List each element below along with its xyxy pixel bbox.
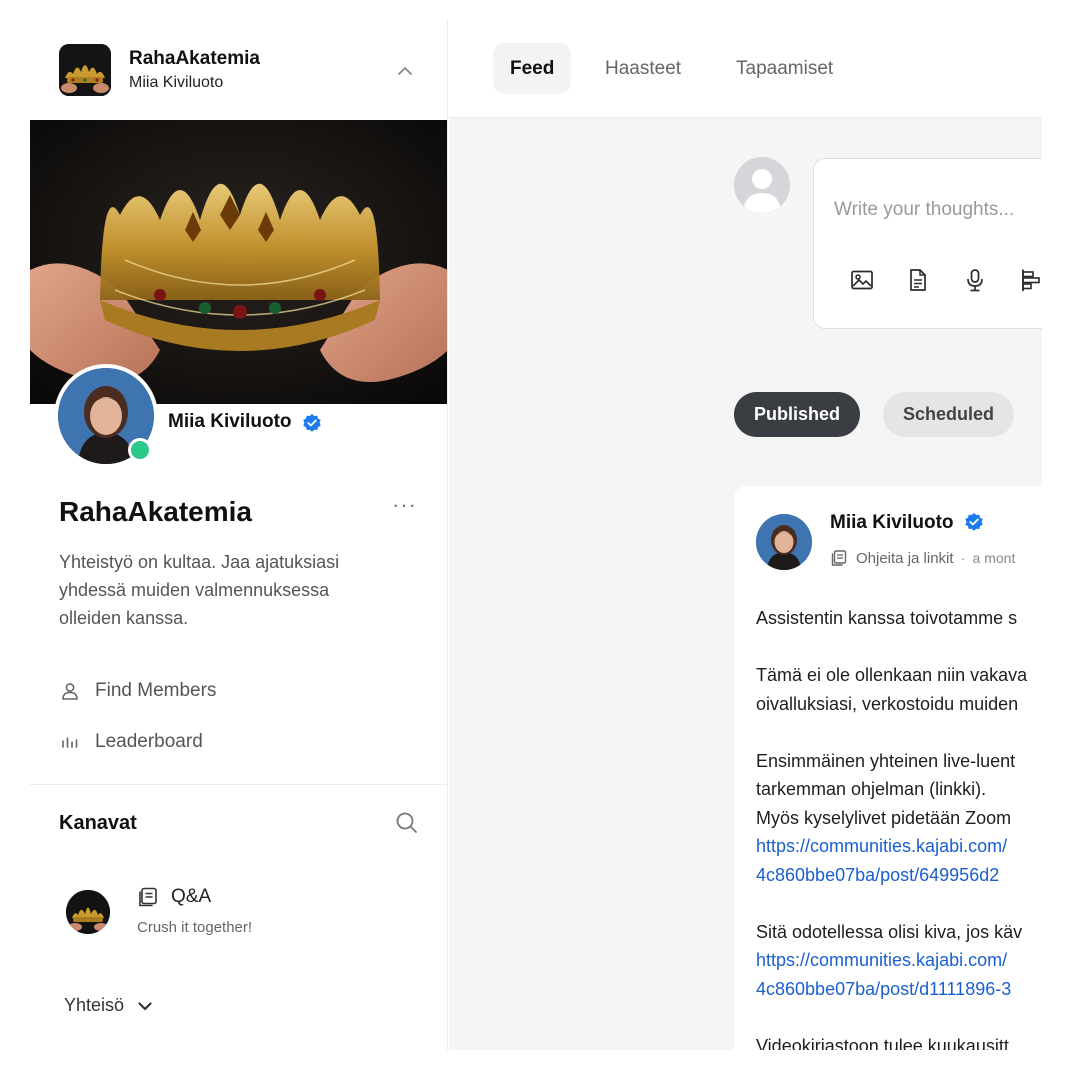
filter-published-button[interactable]: Published [734,392,861,437]
nav-leaderboard-label: Leaderboard [95,731,203,752]
channels-title: Kanavat [59,812,137,834]
community-logo [59,44,111,96]
post-text-line: Tämä ei ole ollenkaan niin vakava [756,665,1028,685]
community-description: Yhteistyö on kultaa. Jaa ajatuksiasi yhd… [59,552,340,628]
channel-name[interactable]: Q&A [171,886,211,908]
current-user-avatar [734,157,790,213]
composer-placeholder[interactable]: Write your thoughts... [834,199,1014,221]
post-text-line: Videokirjastoon tulee kuukausitt [756,1035,1009,1051]
post-meta: Ohjeita ja linkit · a mont [830,549,1015,567]
post-text-line: Ensimmäinen yhteinen live-luent [756,750,1016,771]
community-name: RahaAkatemia [59,496,252,527]
post-author-avatar[interactable] [756,514,812,570]
verified-badge-icon [303,414,321,432]
divider [30,784,447,785]
poll-icon[interactable] [1018,267,1042,293]
tab-tapaamiset[interactable]: Tapaamiset [719,43,850,94]
search-icon[interactable] [394,810,420,836]
post-author-name[interactable]: Miia Kiviluoto [830,512,954,534]
post-link[interactable]: https://communities.kajabi.com/ [756,832,1042,861]
channel-avatar[interactable] [66,890,110,934]
chevron-up-icon[interactable] [394,60,416,82]
document-icon [831,550,847,566]
online-status-indicator [128,438,152,462]
post-link[interactable]: 4c860bbe07ba/post/d1111896-3 [756,975,1042,1004]
post-text-line: Sitä odotellessa olisi kiva, jos käv [756,921,1023,942]
person-icon [59,680,81,702]
tab-feed[interactable]: Feed [493,43,572,94]
post-text-line: tarkemman ohjelman (linkki). [756,779,987,799]
community-section-label: Yhteisö [64,995,125,1015]
meta-separator: · [960,549,966,567]
tab-haasteet[interactable]: Haasteet [588,43,698,94]
microphone-icon[interactable] [962,267,988,293]
post-text-line: Assistentin kanssa toivotamme s [756,608,1018,628]
feed-area: Write your thoughts... Published Schedul… [449,118,1042,1050]
nav-leaderboard[interactable]: Leaderboard [59,728,203,756]
nav-find-members-label: Find Members [95,680,217,701]
document-icon [139,887,157,907]
sidebar: RahaAkatemia Miia Kiviluoto Miia Kiviluo… [30,20,448,1050]
nav-find-members[interactable]: Find Members [59,677,216,705]
post-card[interactable]: Miia Kiviluoto Ohjeita ja linkit · a mon… [734,486,1042,1050]
post-body: Assistentin kanssa toivotamme s Tämä ei … [756,604,1042,1050]
post-text-line: Myös kyselylivet pidetään Zoom [756,807,1012,828]
community-owner: Miia Kiviluoto [129,74,224,91]
post-composer[interactable]: Write your thoughts... [813,158,1042,329]
post-channel-link[interactable]: Ohjeita ja linkit [856,550,954,567]
verified-badge-icon [965,513,983,531]
bar-chart-icon [59,731,81,753]
community-switcher[interactable]: RahaAkatemia Miia Kiviluoto [30,20,447,120]
chevron-down-icon [138,1001,152,1010]
profile-name[interactable]: Miia Kiviluoto [168,411,292,433]
more-options-icon[interactable]: ··· [392,494,416,522]
filter-scheduled-button[interactable]: Scheduled [883,392,1015,437]
community-section-toggle[interactable]: Yhteisö [64,995,154,1016]
community-title: RahaAkatemia [129,48,260,69]
post-link[interactable]: https://communities.kajabi.com/ [756,946,1042,975]
cover-image [30,120,447,404]
post-timestamp: a mont [972,550,1016,566]
channel-subtitle: Crush it together! [137,919,253,936]
post-link[interactable]: 4c860bbe07ba/post/649956d2 [756,861,1042,890]
post-text-line: oivalluksiasi, verkostoidu muiden [756,693,1019,714]
image-icon[interactable] [849,267,875,293]
top-navigation: Feed Haasteet Tapaamiset [449,20,1042,118]
document-icon[interactable] [905,267,931,293]
